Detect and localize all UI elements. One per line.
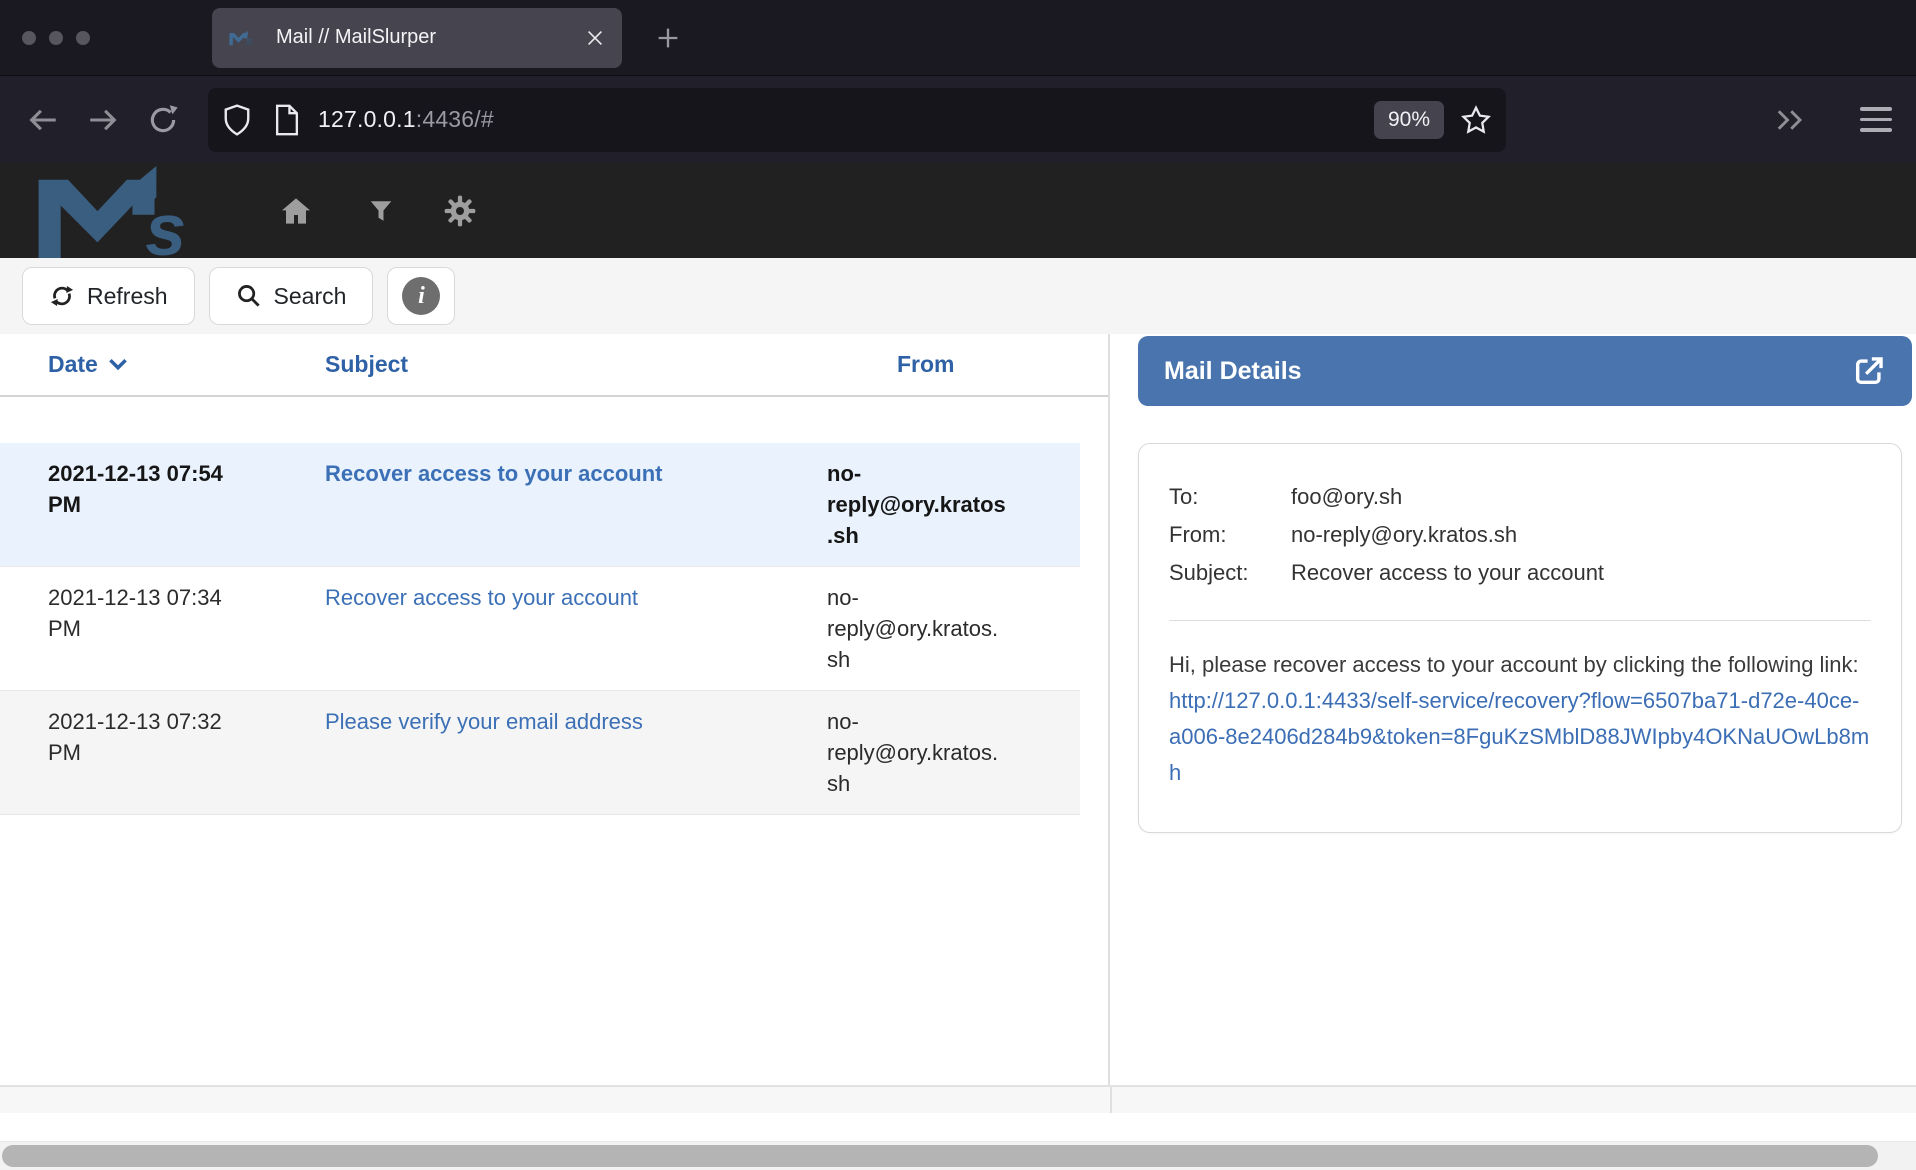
mail-subject-link[interactable]: Please verify your email address	[325, 709, 643, 734]
url-path: :4436/#	[416, 106, 494, 132]
mail-list-header: Date Subject From	[0, 334, 1108, 397]
mail-details-title: Mail Details	[1164, 357, 1302, 386]
card-divider	[1169, 620, 1871, 621]
bottom-grey-strip	[0, 1087, 1916, 1113]
new-tab-icon[interactable]	[654, 24, 682, 52]
from-value: no-reply@ory.kratos.sh	[1291, 516, 1871, 554]
page-content: Refresh Search i Date	[0, 258, 1916, 1170]
panel-divider	[1110, 1087, 1112, 1113]
tab-close-icon[interactable]	[584, 27, 606, 49]
browser-tab[interactable]: s Mail // MailSlurper	[212, 8, 622, 68]
mail-from: no-reply@ory.kratos.sh	[827, 458, 1050, 551]
mail-subject-link[interactable]: Recover access to your account	[325, 461, 662, 486]
url-host: 127.0.0.1	[318, 106, 416, 132]
mail-body-text: Hi, please recover access to your accoun…	[1169, 652, 1859, 677]
svg-text:s: s	[246, 35, 252, 47]
tab-favicon: s	[228, 26, 258, 50]
column-header-subject[interactable]: Subject	[317, 351, 827, 378]
menu-icon[interactable]	[1860, 107, 1892, 132]
subject-value: Recover access to your account	[1291, 554, 1871, 592]
mail-date: 2021-12-13 07:34 PM	[40, 582, 317, 675]
browser-tab-bar: s Mail // MailSlurper	[0, 0, 1916, 75]
field-from: From: no-reply@ory.kratos.sh	[1169, 516, 1871, 554]
home-icon[interactable]	[280, 195, 312, 227]
gear-icon[interactable]	[444, 195, 476, 227]
browser-window: s Mail // MailSlurper	[0, 0, 1916, 1170]
mail-details-header: Mail Details	[1138, 336, 1912, 406]
info-button[interactable]: i	[387, 267, 455, 325]
mail-from: no-reply@ory.kratos.sh	[827, 706, 1050, 799]
refresh-button-label: Refresh	[87, 283, 168, 310]
to-value: foo@ory.sh	[1291, 478, 1871, 516]
bookmark-star-icon[interactable]	[1460, 104, 1492, 136]
recovery-link[interactable]: http://127.0.0.1:4433/self-service/recov…	[1169, 688, 1869, 785]
overflow-chevrons-icon[interactable]	[1772, 105, 1808, 135]
from-label: From:	[1169, 516, 1291, 554]
forward-icon[interactable]	[86, 103, 120, 137]
mail-row-3[interactable]: 2021-12-13 07:32 PM Please verify your e…	[0, 691, 1080, 815]
sort-chevron-down-icon	[108, 358, 128, 371]
subject-label: Subject:	[1169, 554, 1291, 592]
mail-date: 2021-12-13 07:32 PM	[40, 706, 317, 799]
url-bar[interactable]: 127.0.0.1:4436/# 90%	[208, 88, 1506, 152]
mail-from: no-reply@ory.kratos.sh	[827, 582, 1050, 675]
main-split: Date Subject From 2021-12-13 07:54 PM Re…	[0, 334, 1916, 1087]
info-icon: i	[402, 277, 440, 315]
search-button-label: Search	[274, 283, 347, 310]
to-label: To:	[1169, 478, 1291, 516]
column-header-date-label: Date	[48, 351, 98, 378]
search-button[interactable]: Search	[209, 267, 374, 325]
scrollbar-thumb[interactable]	[2, 1145, 1878, 1167]
tab-title: Mail // MailSlurper	[276, 26, 584, 49]
window-minimize-dot[interactable]	[49, 31, 63, 45]
horizontal-scrollbar[interactable]	[0, 1142, 1916, 1170]
mail-details-panel: Mail Details To: foo@ory.sh	[1110, 334, 1916, 1085]
column-header-from[interactable]: From	[827, 351, 1108, 378]
mail-list-panel: Date Subject From 2021-12-13 07:54 PM Re…	[0, 334, 1110, 1085]
action-bar: Refresh Search i	[0, 258, 1916, 334]
reload-icon[interactable]	[146, 103, 180, 137]
url-text[interactable]: 127.0.0.1:4436/#	[318, 106, 1374, 133]
field-subject: Subject: Recover access to your account	[1169, 554, 1871, 592]
mail-date: 2021-12-13 07:54 PM	[40, 458, 317, 551]
svg-text:s: s	[145, 188, 186, 258]
page-info-icon[interactable]	[274, 104, 300, 136]
window-controls[interactable]	[22, 31, 152, 45]
back-icon[interactable]	[26, 103, 60, 137]
mail-subject-link[interactable]: Recover access to your account	[325, 585, 638, 610]
filter-icon[interactable]	[368, 196, 394, 226]
mail-row-2[interactable]: 2021-12-13 07:34 PM Recover access to yo…	[0, 567, 1080, 691]
bottom-white-strip	[0, 1113, 1916, 1142]
refresh-button[interactable]: Refresh	[22, 267, 195, 325]
mailslurper-navbar: s	[0, 163, 1916, 258]
window-zoom-dot[interactable]	[76, 31, 90, 45]
mailslurper-logo[interactable]: s	[28, 166, 224, 258]
zoom-level-badge[interactable]: 90%	[1374, 101, 1444, 139]
list-header-gap	[0, 397, 1108, 443]
mail-body: Hi, please recover access to your accoun…	[1169, 647, 1871, 791]
mail-details-card: To: foo@ory.sh From: no-reply@ory.kratos…	[1138, 443, 1902, 833]
mail-row-1[interactable]: 2021-12-13 07:54 PM Recover access to yo…	[0, 443, 1080, 567]
browser-toolbar: 127.0.0.1:4436/# 90%	[0, 75, 1916, 163]
column-header-date[interactable]: Date	[40, 351, 317, 378]
field-to: To: foo@ory.sh	[1169, 478, 1871, 516]
open-external-icon[interactable]	[1852, 354, 1886, 388]
window-close-dot[interactable]	[22, 31, 36, 45]
shield-icon[interactable]	[222, 103, 252, 137]
